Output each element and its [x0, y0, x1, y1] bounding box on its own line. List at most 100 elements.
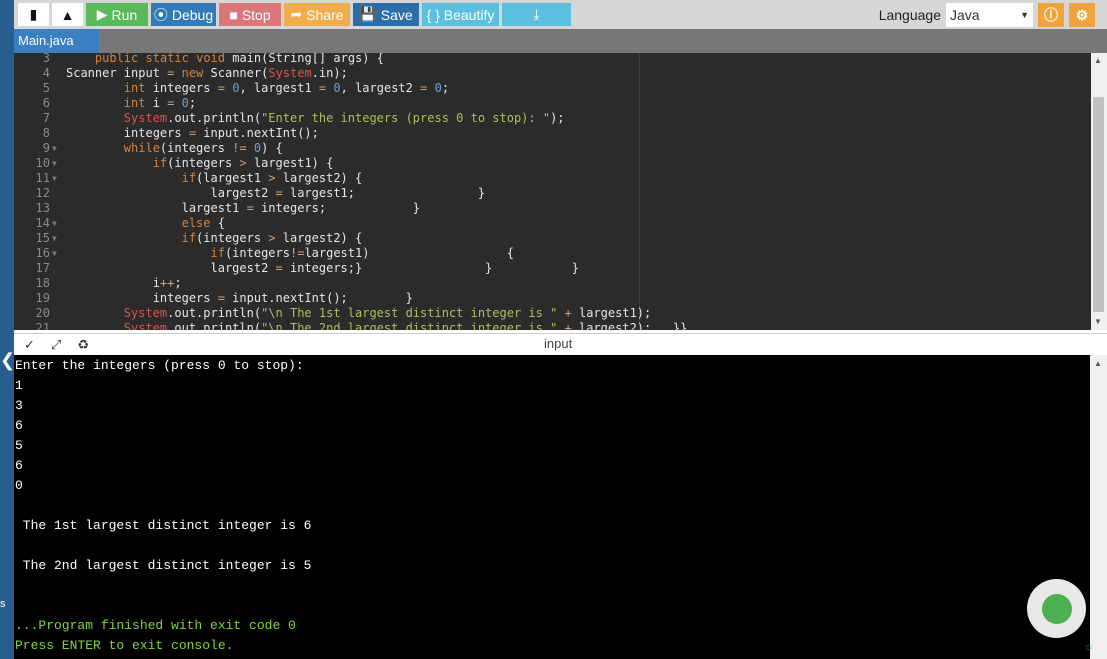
- chat-button[interactable]: [1027, 579, 1086, 638]
- line-number: 6: [42, 96, 50, 110]
- console-scrollbar[interactable]: ▲: [1090, 355, 1107, 659]
- line-number: 10: [35, 156, 50, 170]
- scroll-up-icon[interactable]: ▲: [1094, 359, 1102, 368]
- code-line: if(integers > largest2) {: [181, 231, 363, 245]
- sidebar-fragment: s: [0, 598, 6, 610]
- fold-arrow-icon[interactable]: ▼: [52, 141, 57, 156]
- line-number: 18: [35, 276, 50, 290]
- debug-icon: ⦿: [153, 6, 168, 23]
- code-line: largest2 = integers;} } }: [66, 261, 579, 275]
- language-selector-group: Language Java ▼ ⓘ ⚙: [879, 3, 1095, 27]
- info-icon: ⓘ: [1044, 7, 1058, 23]
- debug-button[interactable]: ⦿ Debug: [151, 3, 216, 26]
- file-tab-bar: Main.java: [14, 29, 1107, 53]
- line-number-gutter: 3 4 5 6 7 8 9 ▼ 10 ▼ 11 ▼ 12 13 14 ▼ 15 ▼ 16 ▼ 17 18 19 20 21: [14, 53, 62, 330]
- code-line: if(integers!=largest1) {: [210, 246, 514, 260]
- play-icon: ▶: [96, 6, 108, 22]
- new-file-button[interactable]: ▮: [18, 3, 49, 26]
- code-line: System.out.println("\n The 1st largest d…: [123, 306, 652, 320]
- left-sidebar-strip: ❮ s: [0, 0, 15, 659]
- download-button[interactable]: ⤓: [502, 3, 571, 26]
- language-select[interactable]: Java ▼: [946, 3, 1033, 27]
- collapse-console-icon[interactable]: ✓: [24, 337, 35, 353]
- console-line: Press ENTER to exit console.: [15, 638, 234, 653]
- fold-arrow-icon[interactable]: ▼: [52, 171, 57, 186]
- line-number: 16: [35, 246, 50, 260]
- editor-scroll-thumb[interactable]: [1093, 97, 1104, 312]
- toolbar: ▮ ▲ ▶ Run ⦿ Debug ■ Stop ➦ Share 💾 Save { } B…: [14, 0, 1107, 29]
- console-line: 6: [15, 458, 23, 473]
- fold-arrow-icon[interactable]: ▼: [52, 246, 57, 261]
- language-label: Language: [878, 7, 941, 23]
- settings-button[interactable]: ⚙: [1069, 3, 1095, 27]
- collapse-sidebar-icon[interactable]: ❮: [0, 350, 15, 371]
- line-number: 8: [42, 126, 50, 140]
- fold-arrow-icon[interactable]: ▼: [52, 231, 57, 246]
- status-icon: ○: [1085, 640, 1093, 654]
- console-input-label: input: [544, 336, 573, 351]
- code-line: public static void main(String[] args) {: [94, 53, 384, 65]
- fold-arrow-icon[interactable]: ▼: [52, 156, 57, 171]
- console-line: The 1st largest distinct integer is 6: [15, 518, 312, 533]
- code-line: largest2 = largest1; }: [66, 186, 486, 200]
- line-number: 13: [35, 201, 50, 215]
- chat-icon: [1041, 593, 1072, 624]
- code-line: System.out.println("Enter the integers (…: [123, 111, 565, 125]
- code-line: System.out.println("\n The 2nd largest d…: [123, 321, 688, 330]
- console-line: 0: [15, 478, 23, 493]
- code-line: if(largest1 > largest2) {: [181, 171, 363, 185]
- console-line: 3: [15, 398, 23, 413]
- code-line: int integers = 0, largest1 = 0, largest2…: [123, 81, 450, 95]
- info-button[interactable]: ⓘ: [1038, 3, 1064, 27]
- console-output[interactable]: Enter the integers (press 0 to stop): 1 3 6…: [14, 355, 1090, 659]
- line-number: 11: [35, 171, 50, 185]
- console-line: The 2nd largest distinct integer is 5: [15, 558, 312, 573]
- line-number: 9: [42, 141, 50, 155]
- line-number: 4: [42, 66, 50, 80]
- console-line: 6: [15, 418, 23, 433]
- clear-console-icon[interactable]: ♻: [77, 337, 89, 353]
- run-button[interactable]: ▶ Run: [86, 3, 148, 26]
- console-line: Enter the integers (press 0 to stop):: [15, 358, 304, 373]
- code-line: largest1 = integers; }: [66, 201, 421, 215]
- line-number: 15: [35, 231, 50, 245]
- line-number: 12: [35, 186, 50, 200]
- line-number: 19: [35, 291, 50, 305]
- editor-scrollbar[interactable]: ▲ ▼: [1091, 53, 1107, 330]
- save-button[interactable]: 💾 Save: [353, 3, 419, 26]
- fold-arrow-icon[interactable]: ▼: [52, 216, 57, 231]
- upload-button[interactable]: ▲: [52, 3, 83, 26]
- line-number: 21: [35, 321, 50, 330]
- expand-icon[interactable]: ⤢: [51, 337, 61, 353]
- scroll-down-icon[interactable]: ▼: [1094, 317, 1102, 326]
- line-number: 14: [35, 216, 50, 230]
- console-line: 1: [15, 378, 23, 393]
- line-number: 5: [42, 81, 50, 95]
- code-line: else {: [181, 216, 225, 230]
- line-number: 3: [42, 53, 50, 65]
- code-line: integers = input.nextInt();: [66, 126, 319, 140]
- cloud-upload-icon: ▲: [60, 6, 75, 23]
- tab-main-java[interactable]: Main.java: [14, 29, 99, 53]
- dropdown-arrow-icon: ▼: [1020, 10, 1029, 20]
- console-header: ✓ ⤢ ♻ input: [14, 333, 1107, 355]
- beautify-button[interactable]: { } Beautify: [422, 3, 499, 26]
- code-line: if(integers > largest1) {: [152, 156, 334, 170]
- console-line: ...Program finished with exit code 0: [15, 618, 296, 633]
- console-line: 5: [15, 438, 23, 453]
- code-line: int i = 0;: [123, 96, 197, 110]
- code-line: Scanner input = new Scanner(System.in);: [66, 66, 348, 80]
- code-line: integers = input.nextInt(); }: [66, 291, 413, 305]
- code-line: i++;: [66, 276, 182, 290]
- share-button[interactable]: ➦ Share: [284, 3, 350, 26]
- stop-button[interactable]: ■ Stop: [219, 3, 281, 26]
- save-icon: 💾: [359, 6, 377, 22]
- scroll-up-icon[interactable]: ▲: [1094, 56, 1102, 65]
- line-number: 7: [42, 111, 50, 125]
- code-editor[interactable]: 3 4 5 6 7 8 9 ▼ 10 ▼ 11 ▼ 12 13 14 ▼ 15 ▼ 16 ▼ 17 18 19 20 21 pu…: [14, 53, 1091, 330]
- share-icon: ➦: [290, 6, 303, 22]
